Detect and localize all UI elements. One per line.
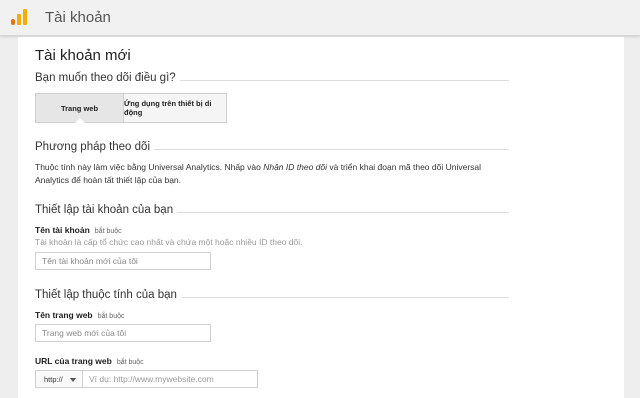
method-heading: Phương pháp theo dõi [35, 141, 154, 153]
method-text-before: Thuộc tính này làm việc bằng Universal A… [35, 162, 264, 172]
account-heading: Thiết lập tài khoản của bạn [35, 204, 178, 216]
app-title: Tài khoản [45, 9, 111, 26]
analytics-logo-icon[interactable] [10, 8, 28, 26]
site-name-label-text: Tên trang web [35, 310, 93, 320]
method-description: Thuộc tính này làm việc bằng Universal A… [35, 161, 515, 187]
required-badge: bắt buộc [94, 228, 122, 235]
site-url-label-text: URL của trang web [35, 356, 112, 366]
account-name-label: Tên tài khoản bắt buộc [35, 225, 122, 235]
account-name-label-text: Tên tài khoản [35, 225, 90, 235]
account-section-heading: Thiết lập tài khoản của bạn [35, 204, 509, 220]
track-question: Bạn muốn theo dõi điều gì? [35, 72, 180, 84]
site-url-input[interactable]: Ví dụ: http://www.mywebsite.com [82, 370, 258, 388]
get-tracking-id-mention: Nhận ID theo dõi [263, 162, 327, 172]
site-name-label: Tên trang web bắt buộc [35, 310, 124, 320]
method-section-heading: Phương pháp theo dõi [35, 141, 509, 157]
option-website-button[interactable]: Trang web [36, 94, 124, 123]
dropdown-arrow-icon [70, 378, 76, 382]
site-name-input[interactable]: Trang web mới của tôi [35, 324, 211, 342]
option-website-label: Trang web [60, 103, 99, 113]
property-section-heading: Thiết lập thuộc tính của bạn [35, 289, 509, 305]
account-name-input[interactable]: Tên tài khoản mới của tôi [35, 252, 211, 270]
protocol-value: http:// [44, 375, 63, 384]
selected-caret-icon [75, 118, 85, 123]
account-hint: Tài khoản là cấp tổ chức cao nhất và chứ… [35, 237, 303, 247]
page-title: Tài khoản mới [35, 47, 131, 64]
main-content: Tài khoản mới Bạn muốn theo dõi điều gì?… [18, 37, 624, 398]
option-mobile-app-label: Ứng dụng trên thiết bị di động [124, 99, 212, 117]
track-type-selector: Trang web Ứng dụng trên thiết bị di động [35, 93, 227, 123]
top-bar: Tài khoản [0, 0, 640, 36]
protocol-select[interactable]: http:// [35, 370, 83, 388]
required-badge: bắt buộc [116, 359, 144, 366]
site-url-label: URL của trang web bắt buộc [35, 356, 144, 366]
property-heading: Thiết lập thuộc tính của bạn [35, 289, 181, 301]
option-mobile-app-button[interactable]: Ứng dụng trên thiết bị di động [124, 94, 226, 122]
required-badge: bắt buộc [97, 313, 125, 320]
track-section-heading: Bạn muốn theo dõi điều gì? [35, 72, 509, 88]
